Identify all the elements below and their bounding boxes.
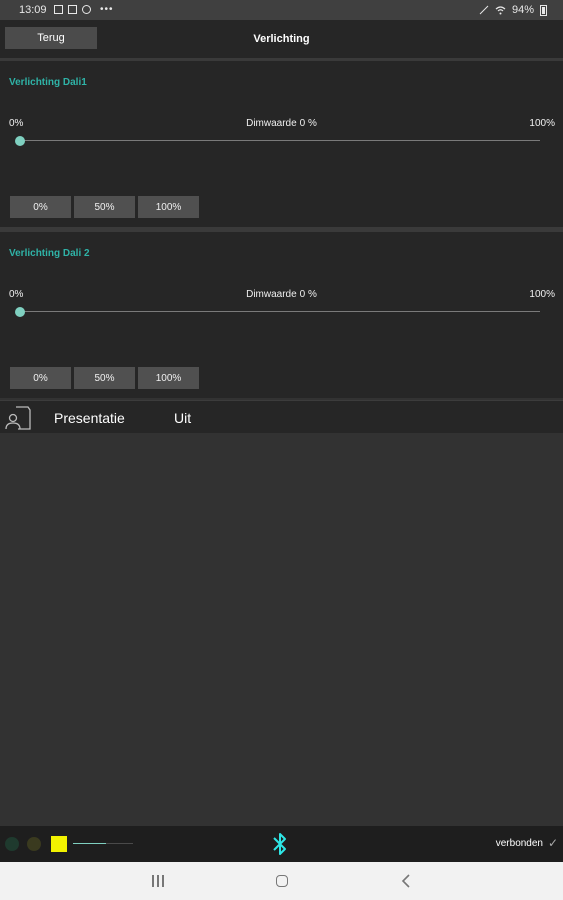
yellow-indicator [51,836,67,852]
recent-apps-icon[interactable] [152,875,164,887]
presentation-value: Uit [174,410,192,426]
presentation-row[interactable]: Presentatie Uit [0,400,563,433]
battery-icon [540,4,547,16]
olive-led-indicator [27,837,41,851]
wifi-icon [495,6,506,15]
image-notification-icon [54,5,63,14]
preset-0-button[interactable]: 0% [10,196,71,218]
preset-100-button[interactable]: 100% [138,196,199,218]
panel-title: Verlichting Dali 2 [9,248,90,259]
preset-0-button[interactable]: 0% [10,367,71,389]
connection-status: verbonden [495,838,543,849]
dim-slider-track[interactable] [20,311,540,312]
back-nav-icon[interactable] [400,873,412,889]
presentation-person-icon [5,406,31,430]
preset-100-button[interactable]: 100% [138,367,199,389]
dim-label: Dimwaarde [246,118,297,129]
presentation-label: Presentatie [54,410,125,426]
dim-value-label: Dimwaarde 0 % [0,289,563,300]
signal-level-bar [73,843,133,844]
preset-50-button[interactable]: 50% [74,367,135,389]
preset-buttons: 0% 50% 100% [10,196,199,218]
dim-label: Dimwaarde [246,289,297,300]
dim-value: 0 % [299,289,317,300]
bottom-status-bar: verbonden ✓ [0,826,563,862]
panel-title: Verlichting Dali1 [9,77,87,88]
sync-notification-icon [82,5,91,14]
dim-slider-thumb[interactable] [15,136,25,146]
light-panel-dali2: Verlichting Dali 2 0% Dimwaarde 0 % 100% … [0,232,563,398]
signal-off-icon [479,5,489,15]
bluetooth-icon[interactable] [270,831,290,857]
light-panel-dali1: Verlichting Dali1 0% Dimwaarde 0 % 100% 0… [0,61,563,227]
page-title: Verlichting [253,33,310,45]
gallery-notification-icon [68,5,77,14]
dim-value: 0 % [299,118,317,129]
status-time: 13:09 [19,4,47,16]
home-icon[interactable] [276,875,288,887]
battery-percent: 94% [511,4,534,16]
preset-buttons: 0% 50% 100% [10,367,199,389]
more-notifications-icon: ••• [100,4,114,15]
dim-slider-thumb[interactable] [15,307,25,317]
preset-50-button[interactable]: 50% [74,196,135,218]
app-header: Terug Verlichting [0,20,563,58]
slider-max-label: 100% [529,289,555,300]
signal-level-fill [73,843,106,844]
green-led-indicator [5,837,19,851]
notification-icons: ••• [54,4,114,15]
dim-slider-track[interactable] [20,140,540,141]
slider-max-label: 100% [529,118,555,129]
status-right: 94% [479,4,547,16]
system-nav-bar [0,862,563,900]
dim-value-label: Dimwaarde 0 % [0,118,563,129]
check-icon: ✓ [547,836,558,850]
status-bar: 13:09 ••• 94% [0,0,563,20]
